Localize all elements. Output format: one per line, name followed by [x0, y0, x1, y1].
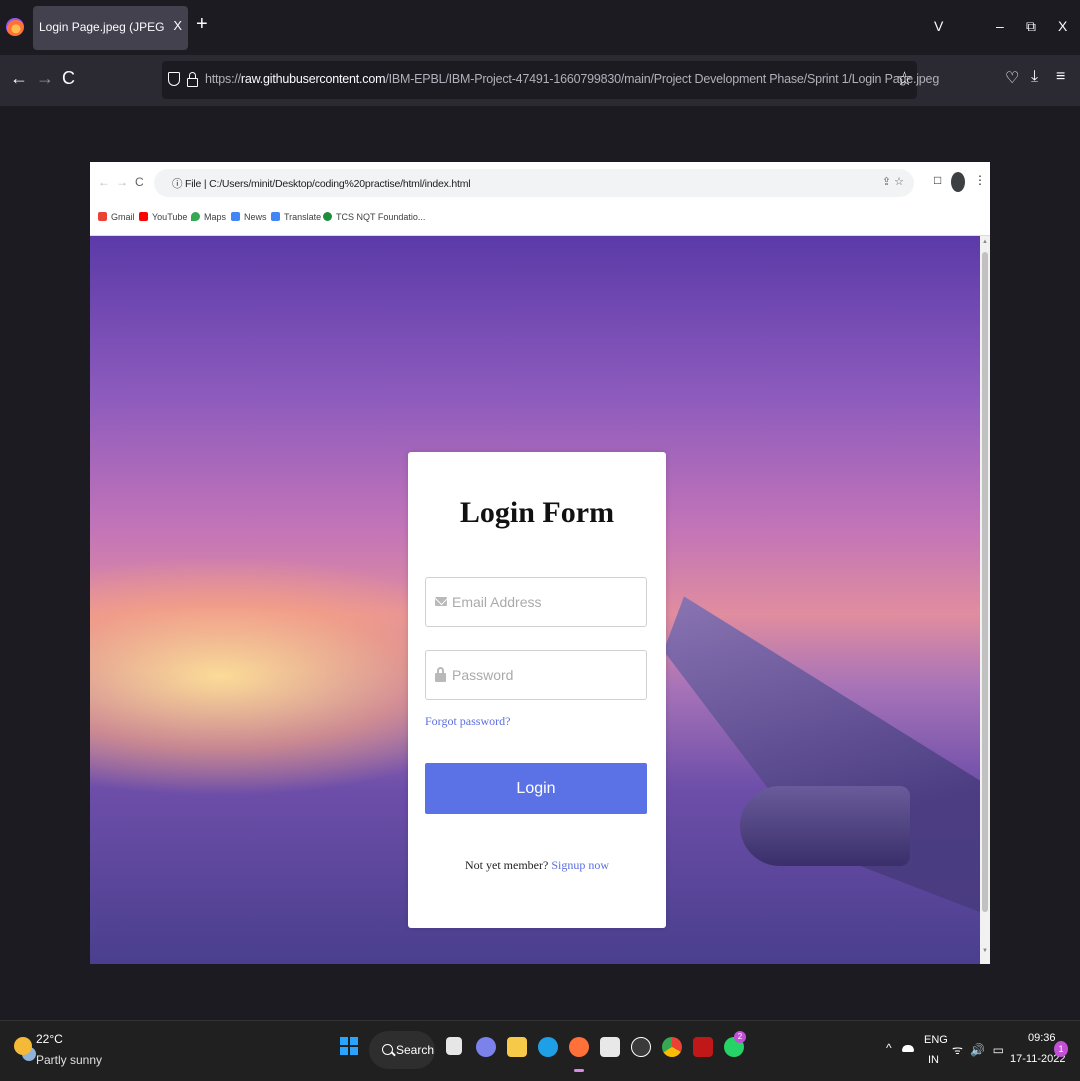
- airplane-engine: [740, 786, 910, 866]
- chrome-back-icon: ←: [98, 175, 110, 189]
- forgot-password-link[interactable]: Forgot password?: [425, 714, 510, 729]
- reload-button[interactable]: C: [62, 68, 75, 89]
- chrome-more-icon: ⋮: [974, 173, 986, 187]
- share-star-icon: ⇪ ☆: [881, 176, 904, 188]
- chrome-address-bar: ⓘ File | C:/Users/minit/Desktop/coding%2…: [154, 169, 914, 197]
- page-scrollbar: ▲ ▼: [980, 236, 990, 964]
- tab-title: Login Page.jpeg (JPEG Image, 1280: [39, 20, 167, 34]
- weather-temp: 22°C: [36, 1032, 63, 1046]
- news-icon: [231, 212, 240, 221]
- taskbar-search[interactable]: Search: [369, 1031, 435, 1069]
- firefox-logo-icon: [6, 18, 24, 36]
- chrome-toolbar: ← → C ⓘ File | C:/Users/minit/Desktop/co…: [90, 162, 990, 204]
- envelope-icon: [435, 597, 447, 606]
- login-card: Login Form Forgot password? Login Not ye…: [408, 452, 666, 928]
- pocket-icon[interactable]: ♡: [1005, 68, 1019, 88]
- signup-prefix: Not yet member?: [465, 858, 549, 872]
- firefox-nav-bar: ← → C https://raw.githubusercontent.com/…: [0, 55, 1080, 106]
- minimize-button[interactable]: –: [996, 18, 1004, 34]
- side-panel-icon: □: [934, 173, 942, 187]
- notification-badge[interactable]: 1: [1054, 1041, 1068, 1057]
- whatsapp-badge: 2: [734, 1031, 746, 1043]
- translate-icon: [271, 212, 280, 221]
- search-icon: [382, 1044, 393, 1055]
- password-field: [425, 650, 647, 700]
- partly-sunny-icon: [14, 1037, 32, 1055]
- tcs-icon: [323, 212, 332, 221]
- forward-button[interactable]: →: [36, 68, 54, 89]
- new-tab-button[interactable]: +: [196, 14, 208, 34]
- lock-icon: [435, 667, 446, 682]
- onedrive-icon[interactable]: [902, 1045, 914, 1052]
- language-eng[interactable]: ENG: [924, 1034, 948, 1046]
- password-input[interactable]: [452, 651, 642, 699]
- url-bar[interactable]: https://raw.githubusercontent.com/IBM-EP…: [162, 61, 939, 99]
- sky-background: Login Form Forgot password? Login Not ye…: [90, 236, 990, 964]
- scroll-down-arrow: ▼: [982, 948, 988, 954]
- signup-link[interactable]: Signup now: [551, 858, 609, 872]
- chrome-reload-icon: C: [135, 175, 144, 189]
- email-input[interactable]: [452, 578, 642, 626]
- restore-button[interactable]: ⧉: [1026, 18, 1036, 35]
- tracking-shield-icon[interactable]: [168, 72, 180, 86]
- bookmark-maps: Maps: [191, 212, 226, 222]
- firefox-taskbar-icon[interactable]: [569, 1037, 589, 1057]
- profile-avatar: [951, 172, 965, 192]
- windows-start-icon[interactable]: [340, 1037, 358, 1055]
- back-button[interactable]: ←: [10, 68, 28, 89]
- download-icon[interactable]: ⤓: [1031, 68, 1038, 86]
- wifi-volume-battery-icon[interactable]: ᯤ 🔊 ▭: [952, 1041, 1006, 1058]
- weather-desc: Partly sunny: [36, 1053, 103, 1067]
- login-page-image: ← → C ⓘ File | C:/Users/minit/Desktop/co…: [90, 162, 990, 964]
- lock-icon[interactable]: [187, 72, 198, 87]
- signup-prompt: Not yet member? Signup now: [408, 858, 666, 873]
- bookmark-tcs: TCS NQT Foundatio...: [323, 212, 425, 222]
- chrome-address-text: ⓘ File | C:/Users/minit/Desktop/coding%2…: [172, 178, 471, 190]
- youtube-icon: [139, 212, 148, 221]
- chrome-taskbar-icon[interactable]: [662, 1037, 682, 1057]
- store-icon[interactable]: [600, 1037, 620, 1057]
- task-view-icon[interactable]: [446, 1037, 462, 1055]
- bookmark-news: News: [231, 212, 267, 222]
- teams-icon[interactable]: [476, 1037, 496, 1057]
- tray-overflow-icon[interactable]: ^: [886, 1041, 892, 1055]
- maps-icon: [191, 212, 200, 221]
- active-app-indicator: [574, 1069, 584, 1072]
- bookmark-star-icon[interactable]: ☆: [896, 68, 913, 91]
- bookmark-gmail: Gmail: [98, 212, 135, 222]
- login-title: Login Form: [459, 496, 615, 529]
- mcafee-icon[interactable]: [693, 1037, 713, 1057]
- file-explorer-icon[interactable]: [507, 1037, 527, 1057]
- list-all-tabs-button[interactable]: V: [934, 18, 943, 34]
- search-label: Search: [396, 1043, 435, 1057]
- tab-close-icon[interactable]: X: [173, 18, 182, 33]
- edge-icon[interactable]: [538, 1037, 558, 1057]
- login-button[interactable]: Login: [425, 763, 647, 814]
- firefox-tab-bar: Login Page.jpeg (JPEG Image, 1280 X + V …: [0, 0, 1080, 55]
- dell-icon[interactable]: [631, 1037, 651, 1057]
- windows-taskbar: 22°C Partly sunny Search 2 ^ ENG IN ᯤ 🔊 …: [0, 1020, 1080, 1081]
- bookmarks-bar: Gmail YouTube Maps News Translate TCS NQ…: [90, 204, 990, 236]
- scroll-up-arrow: ▲: [982, 239, 988, 245]
- scroll-thumb: [982, 252, 988, 912]
- url-text[interactable]: https://raw.githubusercontent.com/IBM-EP…: [205, 72, 939, 86]
- clock-time[interactable]: 09:36: [1028, 1032, 1056, 1044]
- window-close-button[interactable]: X: [1058, 18, 1067, 34]
- bookmark-translate: Translate: [271, 212, 321, 222]
- email-field: [425, 577, 647, 627]
- chrome-forward-icon: →: [116, 175, 128, 189]
- browser-tab[interactable]: Login Page.jpeg (JPEG Image, 1280 X: [33, 6, 188, 50]
- language-in[interactable]: IN: [928, 1054, 939, 1066]
- gmail-icon: [98, 212, 107, 221]
- menu-icon[interactable]: ≡: [1056, 68, 1065, 86]
- bookmark-youtube: YouTube: [139, 212, 187, 222]
